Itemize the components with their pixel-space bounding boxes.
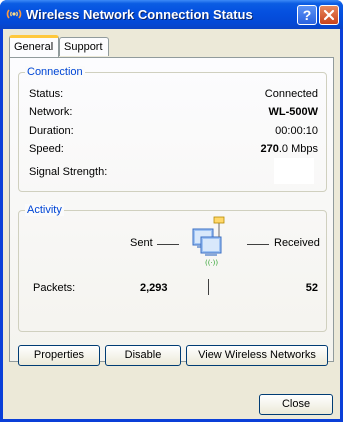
sent-label: Sent [130,237,153,249]
signal-strength-label: Signal Strength: [29,166,108,178]
activity-legend: Activity [25,204,64,216]
close-button[interactable]: Close [259,394,333,415]
general-tab-panel: Connection Status: Connected Network: WL… [9,57,334,366]
packets-received-value: 52 [305,282,318,294]
duration-value: 00:00:10 [275,125,318,137]
connection-legend: Connection [25,66,85,78]
status-label: Status: [29,88,64,100]
speed-label: Speed: [29,143,64,155]
received-line [247,244,269,245]
packets-sent-value: 2,293 [140,282,168,294]
view-wireless-networks-button[interactable]: View Wireless Networks [186,345,328,366]
speed-value: 270.0 Mbps [261,143,319,155]
wireless-network-icon [6,9,22,19]
speed-value-rest: .0 Mbps [278,143,318,155]
status-value: Connected [264,88,318,100]
network-value: WL-500W [268,106,319,118]
duration-label: Duration: [29,125,74,137]
network-label: Network: [29,106,73,118]
packets-label: Packets: [33,282,76,294]
received-label: Received [274,237,320,249]
sent-line [157,244,179,245]
activity-group: Activity Sent ((·)) Received Packets: 2,… [18,204,327,332]
svg-text:((·)): ((·)) [205,259,218,267]
signal-strength-meter [274,158,314,184]
dialog-client-area: General Support Connection Status: Conne… [3,29,340,419]
title-close-button[interactable] [319,5,339,25]
speed-value-integer: 270 [260,143,279,155]
disable-button[interactable]: Disable [105,345,181,366]
help-button[interactable]: ? [297,5,317,25]
tab-general[interactable]: General [9,35,59,57]
window-title: Wireless Network Connection Status [26,7,253,22]
title-bar[interactable]: Wireless Network Connection Status ? [0,0,343,29]
help-icon: ? [302,7,312,23]
tab-support[interactable]: Support [59,37,109,56]
status-window: Wireless Network Connection Status ? Gen… [0,0,343,422]
properties-button[interactable]: Properties [18,345,100,366]
network-activity-icon: ((·)) [192,216,225,267]
packets-divider [208,279,209,295]
close-icon [323,9,335,21]
